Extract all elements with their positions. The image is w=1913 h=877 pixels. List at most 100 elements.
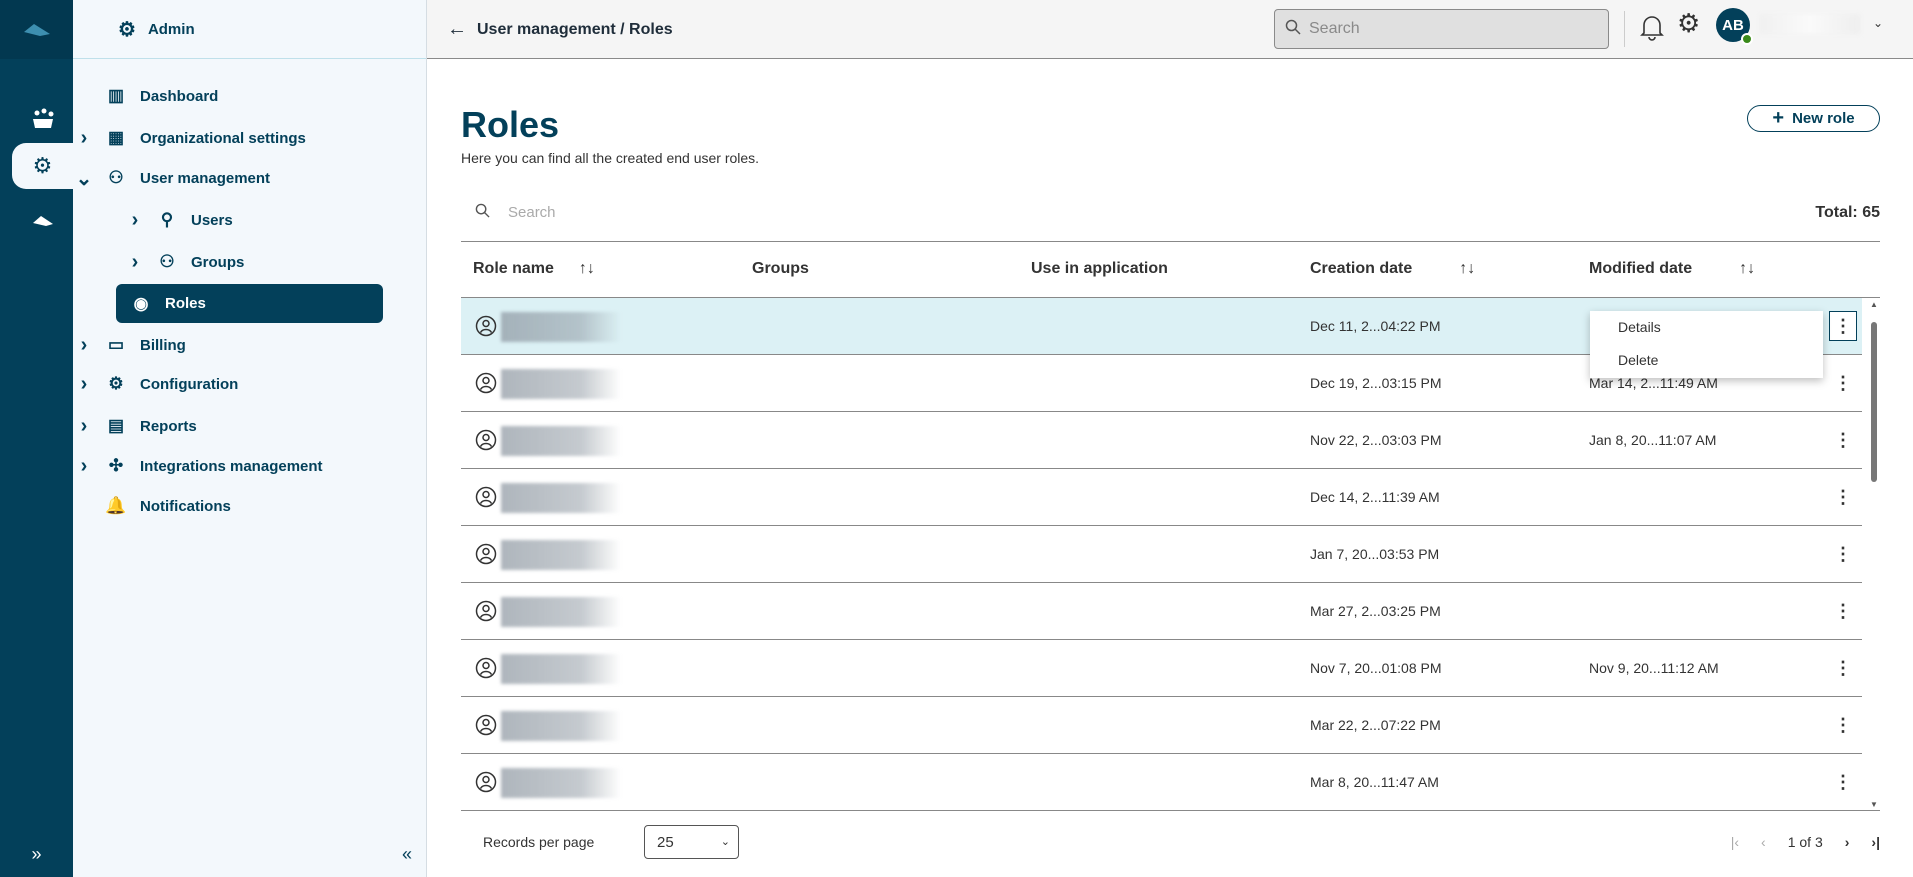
sidebar-item-groups[interactable]: › ⚇ Groups	[125, 243, 245, 281]
scrollbar[interactable]: ▲ ▼	[1867, 298, 1880, 810]
more-actions-icon[interactable]: ⋮	[1829, 539, 1857, 569]
next-page-icon[interactable]: ›	[1845, 834, 1850, 850]
user-gear-icon: ⚇	[108, 168, 124, 187]
card-icon: ▭	[107, 335, 125, 354]
column-role-name[interactable]: Role name ↑↓	[473, 260, 595, 278]
creation-date: Mar 22, 2...07:22 PM	[1310, 717, 1441, 733]
prev-page-icon[interactable]: ‹	[1761, 834, 1766, 850]
more-actions-icon[interactable]: ⋮	[1829, 767, 1857, 797]
sidebar-item-users[interactable]: › ⚲ Users	[125, 201, 233, 239]
user-circle-icon: ◉	[133, 293, 149, 313]
gears-icon: ⚙	[32, 153, 53, 178]
table-row[interactable]: Nov 22, 2...03:03 PM Jan 8, 20...11:07 A…	[461, 412, 1862, 469]
page-subtitle: Here you can find all the created end us…	[461, 150, 760, 166]
chevron-right-icon[interactable]: ›	[74, 373, 94, 396]
sidebar-item-roles[interactable]: ◉ Roles	[116, 284, 383, 323]
team-icon	[32, 108, 53, 128]
chevron-right-icon[interactable]: ›	[125, 251, 145, 274]
role-name-redacted	[501, 597, 1431, 627]
more-actions-icon[interactable]: ⋮	[1829, 482, 1857, 512]
user-circle-icon	[475, 372, 497, 397]
table-row[interactable]: Mar 27, 2...03:25 PM ⋮	[461, 583, 1862, 640]
modified-date: Jan 8, 20...11:07 AM	[1589, 432, 1717, 448]
user-circle-icon	[475, 771, 497, 796]
last-page-icon[interactable]: ›|	[1871, 834, 1880, 850]
sidebar-item-user-management[interactable]: ⌄ ⚇ User management	[74, 159, 270, 197]
table-row[interactable]: Nov 7, 20...01:08 PM Nov 9, 20...11:12 A…	[461, 640, 1862, 697]
more-actions-icon[interactable]: ⋮	[1829, 311, 1857, 341]
new-role-button[interactable]: + New role	[1747, 105, 1880, 132]
expand-rail-button[interactable]: »	[0, 844, 73, 865]
role-name-redacted	[501, 540, 1431, 570]
creation-date: Nov 7, 20...01:08 PM	[1310, 660, 1442, 676]
sidebar-item-integrations-management[interactable]: › ✣ Integrations management	[74, 447, 323, 485]
more-actions-icon[interactable]: ⋮	[1829, 653, 1857, 683]
role-name-redacted	[501, 483, 1431, 513]
report-icon: ▤	[107, 416, 125, 435]
first-page-icon[interactable]: |‹	[1731, 834, 1739, 850]
collapse-nav-button[interactable]: «	[402, 844, 412, 865]
user-circle-icon	[475, 543, 497, 568]
table-row[interactable]: Dec 14, 2...11:39 AM ⋮	[461, 469, 1862, 526]
plus-icon: +	[1772, 107, 1785, 129]
sidebar-item-billing[interactable]: › ▭ Billing	[74, 326, 186, 364]
role-name-redacted	[501, 369, 1431, 399]
more-actions-icon[interactable]: ⋮	[1829, 425, 1857, 455]
global-search-input[interactable]: Search	[1274, 9, 1609, 49]
sidebar-item-label: Configuration	[140, 375, 239, 393]
chevron-right-icon[interactable]: ›	[74, 455, 94, 478]
table-search-input[interactable]: Search	[475, 203, 556, 222]
sort-icon[interactable]: ↑↓	[579, 260, 595, 278]
app-rail: ⚙ »	[0, 0, 73, 877]
gear-icon[interactable]: ⚙	[1677, 8, 1700, 39]
role-name-redacted	[501, 711, 1431, 741]
sidebar-item-dashboard[interactable]: ▥ Dashboard	[74, 77, 218, 115]
puzzle-icon: ✣	[108, 456, 124, 475]
page-size-select[interactable]: 25 ⌄	[644, 825, 739, 859]
sidebar-item-label: Notifications	[140, 497, 231, 515]
menu-item-delete[interactable]: Delete	[1590, 344, 1823, 377]
table-row[interactable]: Mar 8, 20...11:47 AM ⋮	[461, 754, 1862, 810]
chevron-down-icon[interactable]: ⌄	[1873, 16, 1883, 30]
sort-icon[interactable]: ↑↓	[1739, 260, 1755, 278]
more-actions-icon[interactable]: ⋮	[1829, 710, 1857, 740]
sort-icon[interactable]: ↑↓	[1459, 260, 1475, 278]
column-modified-date[interactable]: Modified date ↑↓	[1589, 260, 1755, 278]
pagination: |‹ ‹ 1 of 3 › ›|	[1731, 834, 1880, 850]
divider	[1624, 11, 1625, 47]
avatar[interactable]: AB	[1716, 8, 1753, 45]
sidebar-item-reports[interactable]: › ▤ Reports	[74, 407, 197, 445]
sidebar-item-notifications[interactable]: 🔔 Notifications	[74, 487, 231, 525]
chevron-right-icon[interactable]: ›	[74, 415, 94, 438]
dashboard-icon: ▥	[107, 86, 125, 105]
rail-users-button[interactable]	[12, 96, 73, 142]
table-row[interactable]: Jan 7, 20...03:53 PM ⋮	[461, 526, 1862, 583]
rail-admin-button[interactable]: ⚙	[12, 143, 73, 189]
more-actions-icon[interactable]: ⋮	[1829, 596, 1857, 626]
chevron-down-icon[interactable]: ⌄	[74, 166, 94, 191]
sidebar-item-configuration[interactable]: › ⚙ Configuration	[74, 365, 239, 403]
more-actions-icon[interactable]: ⋮	[1829, 368, 1857, 398]
table-row[interactable]: Mar 22, 2...07:22 PM ⋮	[461, 697, 1862, 754]
creation-date: Nov 22, 2...03:03 PM	[1310, 432, 1442, 448]
user-name-redacted	[1760, 14, 1860, 34]
creation-date: Dec 14, 2...11:39 AM	[1310, 489, 1440, 505]
menu-item-details[interactable]: Details	[1590, 311, 1823, 344]
user-circle-icon	[475, 429, 497, 454]
logo	[0, 0, 73, 59]
rail-cloud-button[interactable]	[12, 198, 73, 244]
user-icon: ⚲	[160, 210, 174, 229]
chevron-right-icon[interactable]: ›	[125, 209, 145, 232]
user-circle-icon	[475, 486, 497, 511]
row-actions-menu: Details Delete	[1590, 311, 1823, 378]
column-creation-date[interactable]: Creation date ↑↓	[1310, 260, 1475, 278]
sidebar-item-organizational-settings[interactable]: › ▦ Organizational settings	[74, 119, 306, 157]
chevron-right-icon[interactable]: ›	[74, 334, 94, 357]
bell-icon: 🔔	[105, 496, 127, 515]
back-arrow-icon[interactable]: ←	[447, 18, 467, 41]
bell-icon[interactable]	[1640, 13, 1664, 46]
chevron-right-icon[interactable]: ›	[74, 127, 94, 150]
breadcrumb: ← User management / Roles	[447, 18, 673, 41]
gears-icon: ⚙	[118, 18, 136, 41]
search-icon	[1285, 19, 1301, 40]
